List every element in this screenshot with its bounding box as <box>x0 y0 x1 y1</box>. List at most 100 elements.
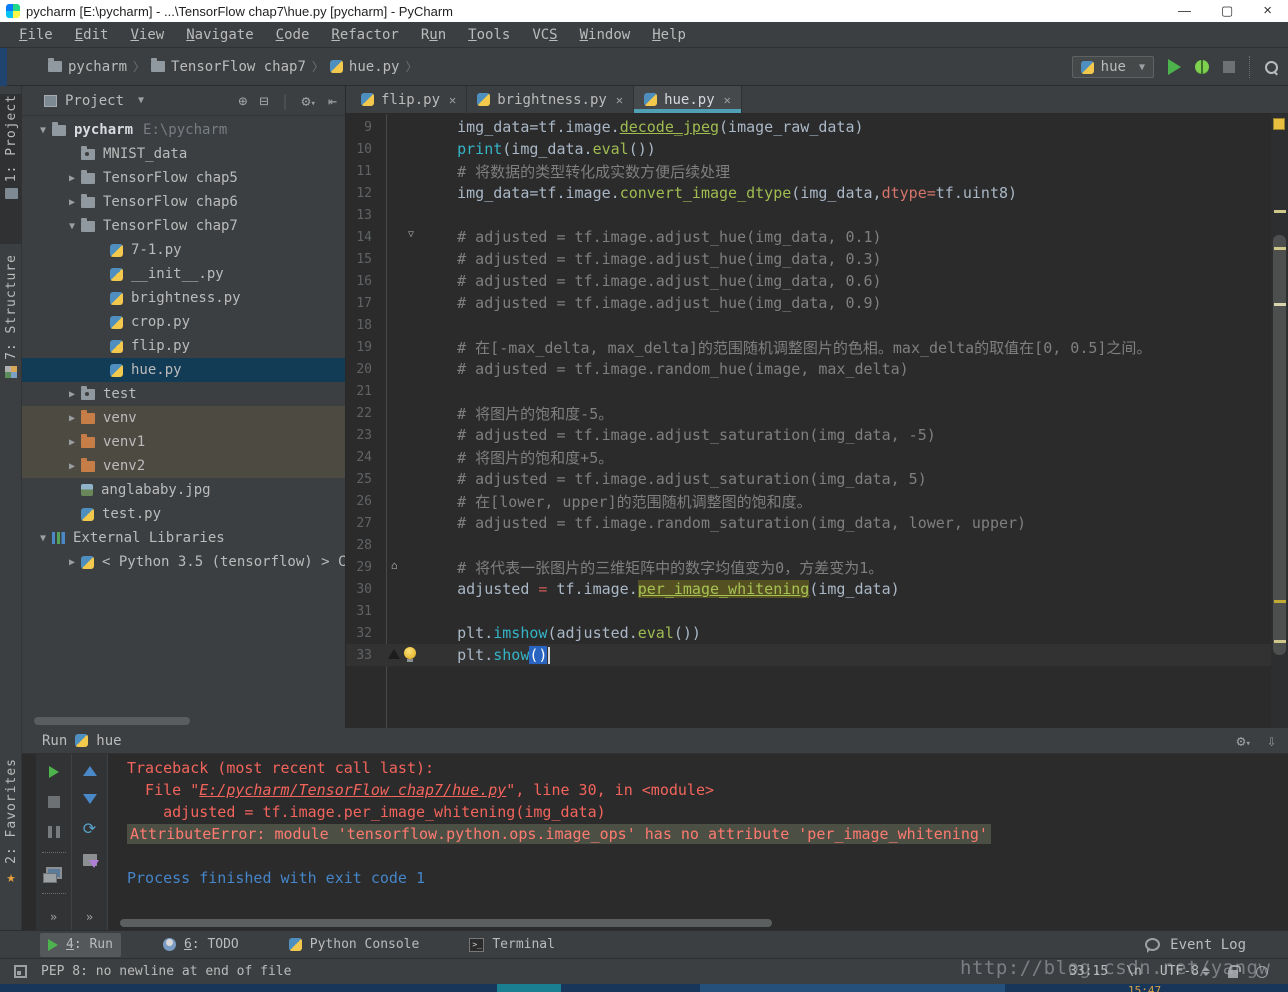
gutter-nav-arrow-icon[interactable] <box>388 649 400 659</box>
fold-marker-icon[interactable]: ▽ <box>408 229 414 240</box>
code-line-31[interactable]: 31 <box>346 600 1271 622</box>
code-line-20[interactable]: 20 # adjusted = tf.image.random_hue(imag… <box>346 358 1271 380</box>
tree-item-7-1-py[interactable]: 7-1.py <box>22 238 345 262</box>
split-view-icon[interactable]: ⊟ <box>259 92 268 110</box>
debug-button[interactable] <box>1195 60 1209 74</box>
code-line-16[interactable]: 16 # adjusted = tf.image.adjust_hue(img_… <box>346 270 1271 292</box>
code-line-30[interactable]: 30 adjusted = tf.image.per_image_whiteni… <box>346 578 1271 600</box>
tree-expand-arrow-icon[interactable]: ▼ <box>34 533 52 544</box>
show-running-processes-icon[interactable] <box>46 867 62 879</box>
code-line-21[interactable]: 21 <box>346 380 1271 402</box>
tree-item-anglababy-jpg[interactable]: anglababy.jpg <box>22 478 345 502</box>
menu-help[interactable]: Help <box>641 24 697 46</box>
code-line-14[interactable]: 14▽ # adjusted = tf.image.adjust_hue(img… <box>346 226 1271 248</box>
code-line-11[interactable]: 11 # 将数据的类型转化成实数方便后续处理 <box>346 160 1271 182</box>
code-line-24[interactable]: 24 # 将图片的饱和度+5。 <box>346 446 1271 468</box>
code-text[interactable]: adjusted = tf.image.per_image_whitening(… <box>421 580 1271 598</box>
menu-navigate[interactable]: Navigate <box>175 24 264 46</box>
code-line-26[interactable]: 26 # 在[lower, upper]的范围随机调整图的饱和度。 <box>346 490 1271 512</box>
warning-stripe-mark[interactable] <box>1274 210 1286 213</box>
code-line-19[interactable]: 19 # 在[-max_delta, max_delta]的范围随机调整图片的色… <box>346 336 1271 358</box>
run-button[interactable] <box>1168 59 1181 75</box>
tree-item-venv2[interactable]: ▶venv2 <box>22 454 345 478</box>
tree-item-mnist-data[interactable]: MNIST_data <box>22 142 345 166</box>
editor-tab-brightness-py[interactable]: brightness.py✕ <box>467 86 634 113</box>
lock-icon[interactable] <box>1228 970 1238 978</box>
menu-edit[interactable]: Edit <box>64 24 120 46</box>
warning-stripe-mark[interactable] <box>1274 600 1286 603</box>
tree-item-tensorflow-chap6[interactable]: ▶TensorFlow chap6 <box>22 190 345 214</box>
code-line-12[interactable]: 12 img_data=tf.image.convert_image_dtype… <box>346 182 1271 204</box>
code-text[interactable]: plt.imshow(adjusted.eval()) <box>421 624 1271 642</box>
code-line-29[interactable]: 29⌂ # 将代表一张图片的三维矩阵中的数字均值变为0，方差变为1。 <box>346 556 1271 578</box>
menu-view[interactable]: View <box>119 24 175 46</box>
code-text[interactable]: # adjusted = tf.image.adjust_hue(img_dat… <box>421 228 1271 246</box>
tree-expand-arrow-icon[interactable]: ▶ <box>63 413 81 424</box>
code-line-17[interactable]: 17 # adjusted = tf.image.adjust_hue(img_… <box>346 292 1271 314</box>
rerun-button[interactable] <box>49 766 59 778</box>
code-text[interactable]: plt.show() <box>421 646 1271 664</box>
tree-expand-arrow-icon[interactable]: ▶ <box>63 557 81 568</box>
menu-code[interactable]: Code <box>265 24 321 46</box>
tool-window-tab-project[interactable]: 1: Project <box>0 94 22 244</box>
more-actions-chevron[interactable]: » <box>86 910 93 924</box>
code-line-25[interactable]: 25 # adjusted = tf.image.adjust_saturati… <box>346 468 1271 490</box>
editor-tab-hue-py[interactable]: hue.py✕ <box>634 86 742 113</box>
menu-window[interactable]: Window <box>569 24 642 46</box>
tree-item--init-py[interactable]: __init__.py <box>22 262 345 286</box>
file-encoding[interactable]: UTF-8 <box>1160 964 1199 979</box>
caret-position[interactable]: 33:15 <box>1069 964 1108 979</box>
file-status-warning-indicator[interactable] <box>1273 118 1285 130</box>
code-text[interactable]: # adjusted = tf.image.random_hue(image, … <box>421 360 1271 378</box>
search-everywhere-icon[interactable] <box>1264 60 1278 74</box>
close-tab-icon[interactable]: ✕ <box>724 93 731 107</box>
breadcrumb-item[interactable]: pycharm <box>48 59 127 75</box>
close-tab-icon[interactable]: ✕ <box>616 93 623 107</box>
tree-item-test[interactable]: ▶test <box>22 382 345 406</box>
editor-scrollbar-thumb[interactable] <box>1273 235 1286 655</box>
code-line-18[interactable]: 18 <box>346 314 1271 336</box>
tool-window-tab-structure[interactable]: 7: Structure <box>0 254 22 424</box>
warning-stripe-mark[interactable] <box>1274 303 1286 306</box>
tree-item-venv1[interactable]: ▶venv1 <box>22 430 345 454</box>
stop-process-button[interactable] <box>48 796 60 808</box>
gutter-mark-icon[interactable]: ⌂ <box>391 560 398 572</box>
close-button[interactable]: × <box>1263 0 1272 22</box>
collapse-all-icon[interactable]: ⇤ <box>328 92 337 110</box>
tree-item-external-libraries[interactable]: ▼External Libraries <box>22 526 345 550</box>
project-horizontal-scrollbar[interactable] <box>34 717 190 725</box>
tree-item-crop-py[interactable]: crop.py <box>22 310 345 334</box>
next-trace-icon[interactable] <box>83 794 97 804</box>
intention-bulb-icon[interactable] <box>404 647 416 659</box>
toolwindow-toggle-icon[interactable] <box>14 965 27 978</box>
menu-file[interactable]: File <box>8 24 64 46</box>
tree-expand-arrow-icon[interactable]: ▼ <box>34 125 52 136</box>
hide-panel-icon[interactable]: ⇩ <box>1267 732 1276 750</box>
chevron-down-icon[interactable]: ▼ <box>138 95 144 106</box>
code-text[interactable]: # adjusted = tf.image.adjust_saturation(… <box>421 470 1271 488</box>
gear-icon[interactable]: ⚙▾ <box>1237 732 1251 750</box>
console-horizontal-scrollbar[interactable] <box>120 919 772 927</box>
code-text[interactable]: # 将图片的饱和度+5。 <box>421 447 1271 468</box>
code-text[interactable]: # adjusted = tf.image.adjust_hue(img_dat… <box>421 250 1271 268</box>
tool-window-tab-favorites[interactable]: 2: Favorites ★ <box>0 758 22 918</box>
code-line-32[interactable]: 32 plt.imshow(adjusted.eval()) <box>346 622 1271 644</box>
close-tab-icon[interactable]: ✕ <box>449 93 456 107</box>
tree-item-tensorflow-chap7[interactable]: ▼TensorFlow chap7 <box>22 214 345 238</box>
tree-item-brightness-py[interactable]: brightness.py <box>22 286 345 310</box>
code-text[interactable]: img_data=tf.image.decode_jpeg(image_raw_… <box>421 118 1271 136</box>
code-line-10[interactable]: 10 print(img_data.eval()) <box>346 138 1271 160</box>
run-configuration-select[interactable]: hue ▼ <box>1072 56 1154 78</box>
tree-expand-arrow-icon[interactable]: ▶ <box>63 197 81 208</box>
tree-item-tensorflow-chap5[interactable]: ▶TensorFlow chap5 <box>22 166 345 190</box>
code-line-33[interactable]: 33 plt.show() <box>346 644 1271 666</box>
breadcrumb-item[interactable]: hue.py <box>330 59 400 75</box>
menu-refactor[interactable]: Refactor <box>320 24 409 46</box>
restore-layout-icon[interactable]: ⟳ <box>83 822 96 836</box>
gear-icon[interactable]: ⚙▾ <box>302 92 316 110</box>
stop-button[interactable] <box>1223 61 1235 73</box>
tree-expand-arrow-icon[interactable]: ▶ <box>63 461 81 472</box>
code-text[interactable]: # adjusted = tf.image.adjust_hue(img_dat… <box>421 294 1271 312</box>
code-text[interactable]: # 在[lower, upper]的范围随机调整图的饱和度。 <box>421 491 1271 512</box>
toolwindow-button-python-console[interactable]: Python Console <box>281 933 428 957</box>
